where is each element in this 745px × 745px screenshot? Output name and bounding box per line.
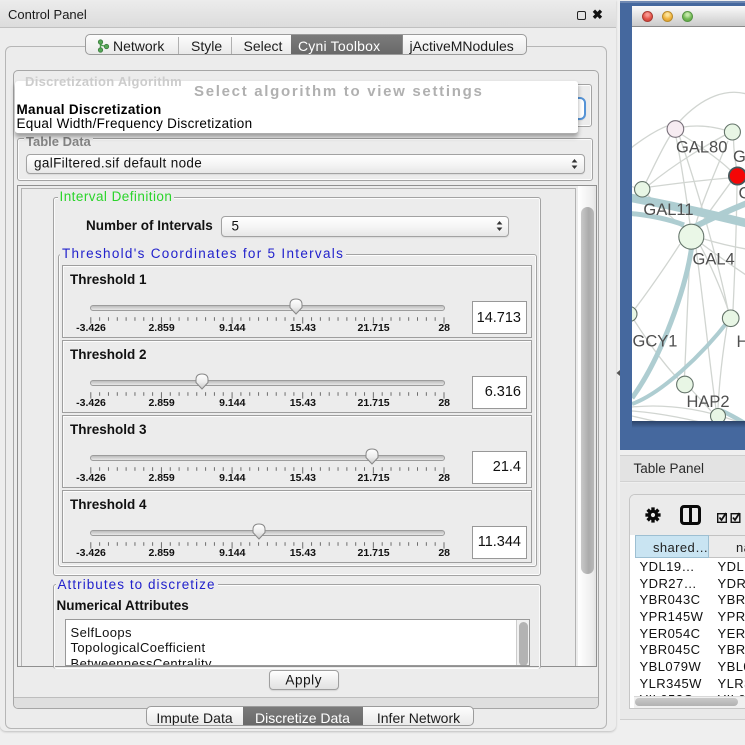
svg-text:GCY1: GCY1 [632,333,677,351]
svg-text:GAL11: GAL11 [643,201,693,219]
svg-text:GAL80: GAL80 [676,139,727,157]
svg-text:HAP2: HAP2 [686,393,729,411]
svg-text:GA: GA [733,148,745,166]
svg-text:GAL4: GAL4 [692,251,734,269]
svg-text:H: H [736,333,745,351]
svg-text:C: C [738,185,745,203]
